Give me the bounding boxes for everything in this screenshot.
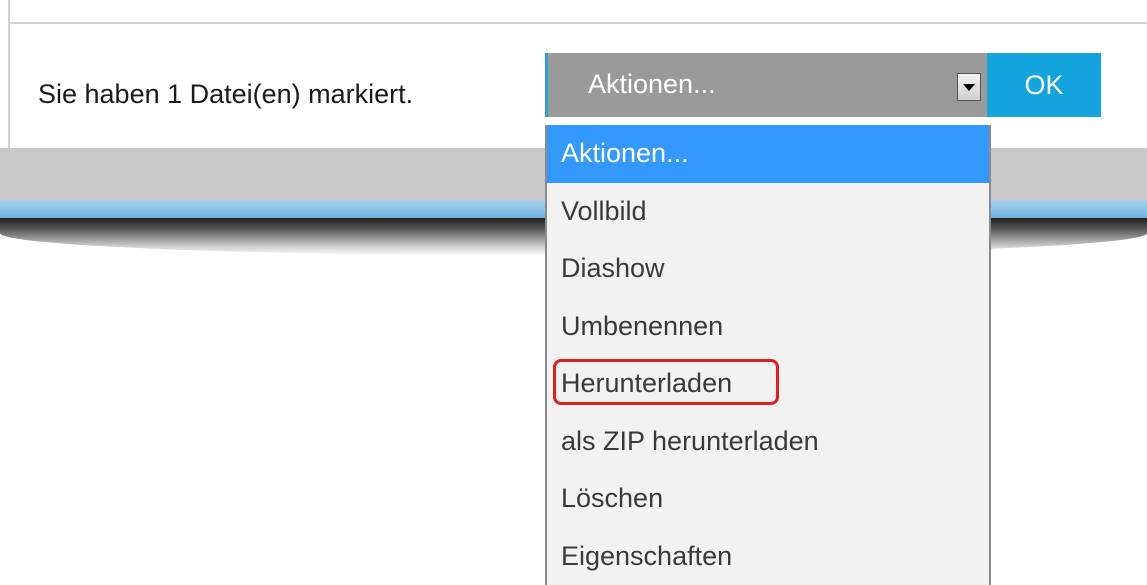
dropdown-option-herunterladen[interactable]: Herunterladen bbox=[547, 355, 989, 413]
annotation-highlight-ring bbox=[553, 359, 779, 405]
dropdown-option-umbenennen[interactable]: Umbenennen bbox=[547, 298, 989, 356]
dropdown-option-aktionen[interactable]: Aktionen... bbox=[547, 125, 989, 183]
selection-status-text: Sie haben 1 Datei(en) markiert. bbox=[38, 79, 414, 109]
panel-divider bbox=[8, 22, 1147, 24]
chevron-down-icon[interactable] bbox=[957, 73, 981, 101]
ok-button[interactable]: OK bbox=[987, 53, 1101, 117]
dropdown-option-vollbild[interactable]: Vollbild bbox=[547, 183, 989, 241]
actions-select-value: Aktionen... bbox=[588, 69, 716, 99]
dropdown-option-diashow[interactable]: Diashow bbox=[547, 240, 989, 298]
dropdown-option-loeschen[interactable]: Löschen bbox=[547, 470, 989, 528]
file-manager-view: Sie haben 1 Datei(en) markiert. Aktionen… bbox=[0, 0, 1147, 585]
dropdown-option-eigenschaften[interactable]: Eigenschaften bbox=[547, 528, 989, 585]
dropdown-option-zip-herunterladen[interactable]: als ZIP herunterladen bbox=[547, 413, 989, 471]
actions-dropdown-list: Aktionen... Vollbild Diashow Umbenennen … bbox=[545, 125, 991, 585]
actions-select[interactable]: Aktionen... bbox=[545, 53, 987, 117]
